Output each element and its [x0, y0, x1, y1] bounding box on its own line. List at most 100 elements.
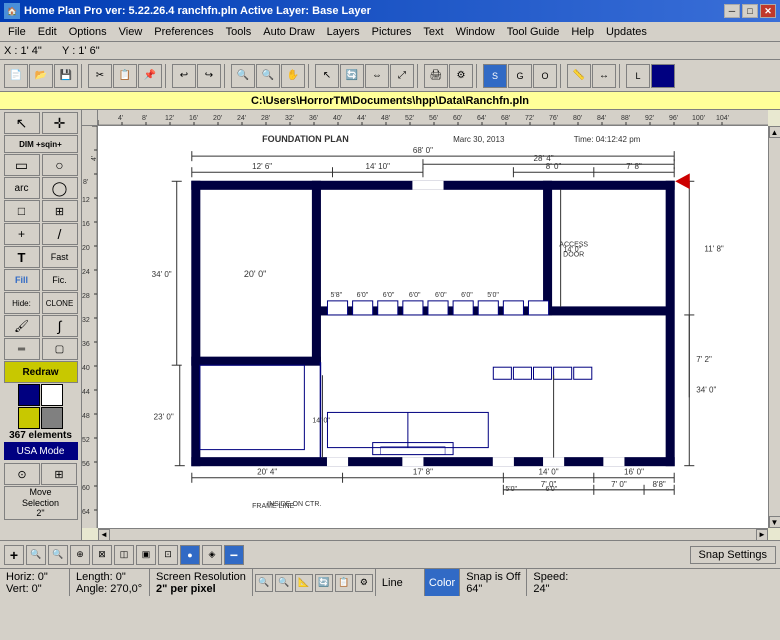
- status-icon-4[interactable]: 🔄: [315, 574, 333, 592]
- tool-hide[interactable]: Hide:: [4, 292, 40, 314]
- tb-color-btn[interactable]: [651, 64, 675, 88]
- status-icon-6[interactable]: ⚙: [355, 574, 373, 592]
- zoom-icon-5[interactable]: ◫: [114, 545, 134, 565]
- tool-text[interactable]: T: [4, 246, 40, 268]
- menu-window[interactable]: Window: [450, 24, 501, 40]
- tb-mirror[interactable]: ⇔: [365, 64, 389, 88]
- tool-cross[interactable]: +: [4, 223, 40, 245]
- move-selection-btn[interactable]: MoveSelection2": [4, 486, 78, 520]
- snap-settings-button[interactable]: Snap Settings: [690, 546, 777, 564]
- tb-copy[interactable]: 📋: [113, 64, 137, 88]
- tool-arrow[interactable]: ↖: [4, 112, 40, 134]
- add-button[interactable]: +: [4, 545, 24, 565]
- menu-text[interactable]: Text: [417, 24, 449, 40]
- tool-box[interactable]: ▢: [42, 338, 78, 360]
- scrollbar-right[interactable]: ▲ ▼: [768, 126, 780, 528]
- tb-open[interactable]: 📂: [29, 64, 53, 88]
- tb-properties[interactable]: ⚙: [449, 64, 473, 88]
- menu-layers[interactable]: Layers: [321, 24, 366, 40]
- tool-fast-text[interactable]: Fast: [42, 246, 78, 268]
- status-icon-1[interactable]: 🔍: [255, 574, 273, 592]
- minimize-button[interactable]: ─: [724, 4, 740, 18]
- zoom-icon-7[interactable]: ⊡: [158, 545, 178, 565]
- tool-arc[interactable]: arc: [4, 177, 40, 199]
- scroll-left-btn[interactable]: ◄: [98, 529, 110, 541]
- tool-curve[interactable]: ∫: [42, 315, 78, 337]
- tb-grid[interactable]: G: [508, 64, 532, 88]
- tb-pan[interactable]: ✋: [281, 64, 305, 88]
- tb-rotate[interactable]: 🔄: [340, 64, 364, 88]
- tb-dimension[interactable]: ↔: [592, 64, 616, 88]
- menu-view[interactable]: View: [113, 24, 149, 40]
- tool-ellipse[interactable]: ◯: [42, 177, 78, 199]
- tb-select[interactable]: ↖: [315, 64, 339, 88]
- menu-pictures[interactable]: Pictures: [366, 24, 418, 40]
- tb-undo[interactable]: ↩: [172, 64, 196, 88]
- tool-brush[interactable]: 🖌: [4, 315, 40, 337]
- status-icon-5[interactable]: 📋: [335, 574, 353, 592]
- tool-icon-a[interactable]: ⊙: [4, 463, 40, 485]
- canvas-area[interactable]: 4' 8' 12' 16' 20' 24' 28' 32' 36' 40': [82, 110, 780, 540]
- tb-save[interactable]: 💾: [54, 64, 78, 88]
- maximize-button[interactable]: □: [742, 4, 758, 18]
- tb-snap-toggle[interactable]: S: [483, 64, 507, 88]
- tb-paste[interactable]: 📌: [138, 64, 162, 88]
- zoom-icon-9[interactable]: ◈: [202, 545, 222, 565]
- scroll-up-btn[interactable]: ▲: [769, 126, 780, 138]
- tool-clone[interactable]: CLONE: [42, 292, 78, 314]
- tb-zoom-out[interactable]: 🔍: [256, 64, 280, 88]
- status-icon-3[interactable]: 📐: [295, 574, 313, 592]
- tool-fill2[interactable]: Fic.: [42, 269, 78, 291]
- zoom-icon-3[interactable]: ⊕: [70, 545, 90, 565]
- menu-auto-draw[interactable]: Auto Draw: [257, 24, 320, 40]
- scroll-down-btn[interactable]: ▼: [769, 516, 780, 528]
- tb-new[interactable]: 📄: [4, 64, 28, 88]
- tb-cut[interactable]: ✂: [88, 64, 112, 88]
- tool-line[interactable]: /: [42, 223, 78, 245]
- tb-layer[interactable]: L: [626, 64, 650, 88]
- zoom-icon-2[interactable]: 🔍: [48, 545, 68, 565]
- color-swatch-gray[interactable]: [41, 407, 63, 429]
- zoom-icon-1[interactable]: 🔍: [26, 545, 46, 565]
- tb-scale[interactable]: ⤢: [390, 64, 414, 88]
- tool-square[interactable]: □: [4, 200, 40, 222]
- minus-button[interactable]: −: [224, 545, 244, 565]
- tool-fill[interactable]: Fill: [4, 269, 40, 291]
- color-swatch-yellow[interactable]: [18, 407, 40, 429]
- tb-zoom-in[interactable]: 🔍: [231, 64, 255, 88]
- menu-preferences[interactable]: Preferences: [148, 24, 219, 40]
- status-zoom-icons: 🔍 🔍 📐 🔄 📋 ⚙: [253, 569, 375, 596]
- zoom-icon-8[interactable]: ●: [180, 545, 200, 565]
- svg-text:6'0": 6'0": [435, 292, 447, 299]
- tool-rect[interactable]: ▭: [4, 154, 40, 176]
- scroll-right-btn[interactable]: ►: [756, 529, 768, 541]
- menu-file[interactable]: File: [2, 24, 32, 40]
- menu-tools[interactable]: Tools: [220, 24, 258, 40]
- menu-updates[interactable]: Updates: [600, 24, 653, 40]
- tool-circle[interactable]: ○: [42, 154, 78, 176]
- usa-mode-btn[interactable]: USA Mode: [4, 442, 78, 460]
- tb-measure[interactable]: 📏: [567, 64, 591, 88]
- close-button[interactable]: ✕: [760, 4, 776, 18]
- drawing-canvas[interactable]: FOUNDATION PLAN Marc 30, 2013 Time: 04:1…: [98, 126, 768, 528]
- color-swatch-light[interactable]: [41, 384, 63, 406]
- tool-line2[interactable]: ═: [4, 338, 40, 360]
- redraw-button[interactable]: Redraw: [4, 361, 78, 383]
- menu-tool-guide[interactable]: Tool Guide: [501, 24, 566, 40]
- zoom-icon-6[interactable]: ▣: [136, 545, 156, 565]
- menu-edit[interactable]: Edit: [32, 24, 63, 40]
- status-color-btn[interactable]: Color: [425, 569, 460, 596]
- color-swatch-dark[interactable]: [18, 384, 40, 406]
- tb-redo[interactable]: ↪: [197, 64, 221, 88]
- svg-text:11' 8": 11' 8": [704, 245, 724, 254]
- zoom-icon-4[interactable]: ⊠: [92, 545, 112, 565]
- tool-icon-b[interactable]: ⊞: [41, 463, 77, 485]
- tool-crosshair[interactable]: ✛: [42, 112, 78, 134]
- tool-grid[interactable]: ⊞: [42, 200, 78, 222]
- status-icon-2[interactable]: 🔍: [275, 574, 293, 592]
- menu-options[interactable]: Options: [63, 24, 113, 40]
- scrollbar-bottom[interactable]: ◄ ►: [98, 528, 768, 540]
- menu-help[interactable]: Help: [565, 24, 600, 40]
- tb-ortho[interactable]: O: [533, 64, 557, 88]
- tb-print[interactable]: 🖨: [424, 64, 448, 88]
